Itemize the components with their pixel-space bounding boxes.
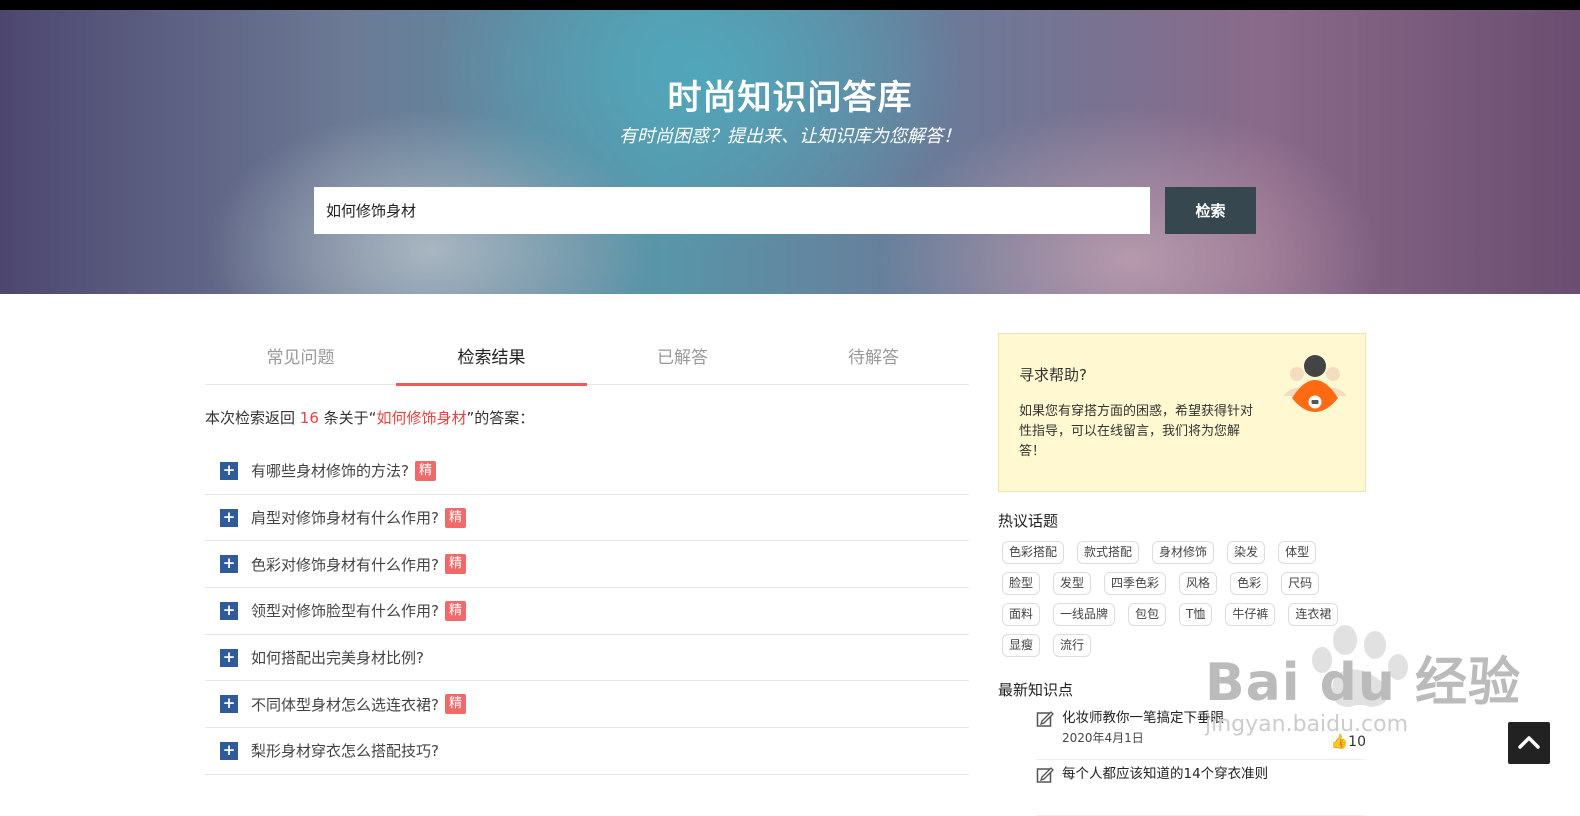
expand-icon[interactable]: +	[220, 695, 238, 714]
topic-tag[interactable]: 色彩搭配	[1002, 541, 1065, 564]
question-list: + 有哪些身材修饰的方法? 精 + 肩型对修饰身材有什么作用? 精 + 色彩对修…	[205, 448, 969, 775]
topic-tag[interactable]: 染发	[1227, 541, 1266, 564]
expand-icon[interactable]: +	[220, 601, 238, 620]
expand-icon[interactable]: +	[220, 648, 238, 667]
question-text[interactable]: 如何搭配出完美身材比例?	[251, 647, 424, 668]
featured-badge: 精	[414, 460, 436, 481]
topic-tag[interactable]: 发型	[1053, 572, 1092, 595]
topic-tag[interactable]: 款式搭配	[1077, 541, 1140, 564]
topic-tag[interactable]: 包包	[1128, 603, 1167, 626]
topic-tag[interactable]: 尺码	[1281, 572, 1320, 595]
tab-pending[interactable]: 待解答	[778, 335, 969, 384]
featured-badge: 精	[444, 600, 466, 621]
page-subtitle: 有时尚困惑？提出来、让知识库为您解答！	[619, 126, 961, 147]
help-title: 寻求帮助?	[1019, 366, 1087, 384]
topic-tag[interactable]: 脸型	[1002, 572, 1041, 595]
topic-tag[interactable]: 连衣裙	[1288, 603, 1339, 626]
top-bar	[0, 0, 1580, 10]
expand-icon[interactable]: +	[220, 461, 238, 480]
edit-icon	[1036, 767, 1054, 783]
tab-search-results[interactable]: 检索结果	[396, 335, 587, 386]
question-item[interactable]: + 色彩对修饰身材有什么作用? 精	[205, 541, 969, 589]
featured-badge: 精	[444, 694, 466, 715]
tab-faq[interactable]: 常见问题	[205, 335, 396, 384]
latest-item-date: 2020年4月1日	[1062, 731, 1144, 745]
watermark-url: jingyan.baidu.com	[1205, 712, 1409, 737]
topic-tag[interactable]: 显瘦	[1002, 634, 1041, 657]
latest-item[interactable]: 每个人都应该知道的14个穿衣准则	[1036, 760, 1366, 816]
topic-tag[interactable]: 一线品牌	[1053, 603, 1116, 626]
summary-keyword: 如何修饰身材	[376, 409, 467, 427]
back-to-top-button[interactable]	[1508, 722, 1550, 764]
question-text[interactable]: 梨形身材穿衣怎么搭配技巧?	[251, 740, 439, 761]
expand-icon[interactable]: +	[220, 508, 238, 527]
help-card: 寻求帮助? 如果您有穿搭方面的困惑，希望获得针对性指导，可以在线留言，我们将为您…	[998, 333, 1366, 492]
search-input[interactable]	[314, 187, 1150, 234]
question-item[interactable]: + 有哪些身材修饰的方法? 精	[205, 448, 969, 495]
topic-tag[interactable]: 身材修饰	[1152, 541, 1215, 564]
summary-middle: 条关于“	[323, 409, 377, 427]
question-item[interactable]: + 肩型对修饰身材有什么作用? 精	[205, 495, 969, 542]
topic-tag[interactable]: 牛仔裤	[1225, 603, 1276, 626]
tab-bar: 常见问题 检索结果 已解答 待解答	[205, 335, 969, 386]
chevron-up-icon	[1518, 736, 1540, 749]
tab-answered[interactable]: 已解答	[587, 335, 778, 384]
topic-tag[interactable]: T恤	[1179, 603, 1213, 626]
topic-tag[interactable]: 体型	[1278, 541, 1317, 564]
latest-item-title[interactable]: 每个人都应该知道的14个穿衣准则	[1062, 762, 1268, 782]
search-summary: 本次检索返回 16 条关于“如何修饰身材”的答案：	[205, 407, 534, 428]
support-avatar-icon	[1283, 355, 1347, 412]
featured-badge: 精	[444, 507, 466, 528]
topic-tag[interactable]: 风格	[1179, 572, 1218, 595]
topic-tag[interactable]: 流行	[1053, 634, 1092, 657]
hot-topics-title: 热议话题	[998, 512, 1059, 530]
question-text[interactable]: 色彩对修饰身材有什么作用?	[251, 554, 439, 575]
question-item[interactable]: + 不同体型身材怎么选连衣裙? 精	[205, 681, 969, 729]
expand-icon[interactable]: +	[220, 741, 238, 760]
featured-badge: 精	[444, 554, 466, 575]
topic-tag[interactable]: 面料	[1002, 603, 1041, 626]
question-item[interactable]: + 领型对修饰脸型有什么作用? 精	[205, 588, 969, 635]
question-item[interactable]: + 如何搭配出完美身材比例?	[205, 635, 969, 682]
page-title: 时尚知识问答库	[667, 78, 913, 118]
summary-suffix: ”的答案：	[466, 409, 535, 427]
expand-icon[interactable]: +	[220, 555, 238, 574]
search-button[interactable]: 检索	[1165, 187, 1256, 234]
watermark-text: Bai du 经验	[1205, 653, 1521, 713]
help-text: 如果您有穿搭方面的困惑，希望获得针对性指导，可以在线留言，我们将为您解答！	[1019, 404, 1254, 459]
edit-icon	[1036, 711, 1054, 727]
topic-tag[interactable]: 色彩	[1230, 572, 1269, 595]
hero-banner	[0, 10, 1580, 294]
question-text[interactable]: 肩型对修饰身材有什么作用?	[251, 507, 439, 528]
topic-tag[interactable]: 四季色彩	[1104, 572, 1167, 595]
result-count: 16	[299, 409, 319, 427]
summary-prefix: 本次检索返回	[205, 409, 296, 427]
question-text[interactable]: 不同体型身材怎么选连衣裙?	[251, 694, 439, 715]
latest-title: 最新知识点	[998, 681, 1074, 699]
question-item[interactable]: + 梨形身材穿衣怎么搭配技巧?	[205, 728, 969, 775]
question-text[interactable]: 有哪些身材修饰的方法?	[251, 460, 409, 481]
latest-item-title[interactable]: 化妆师教你一笔搞定下垂眼	[1062, 706, 1224, 726]
question-text[interactable]: 领型对修饰脸型有什么作用?	[251, 600, 439, 621]
